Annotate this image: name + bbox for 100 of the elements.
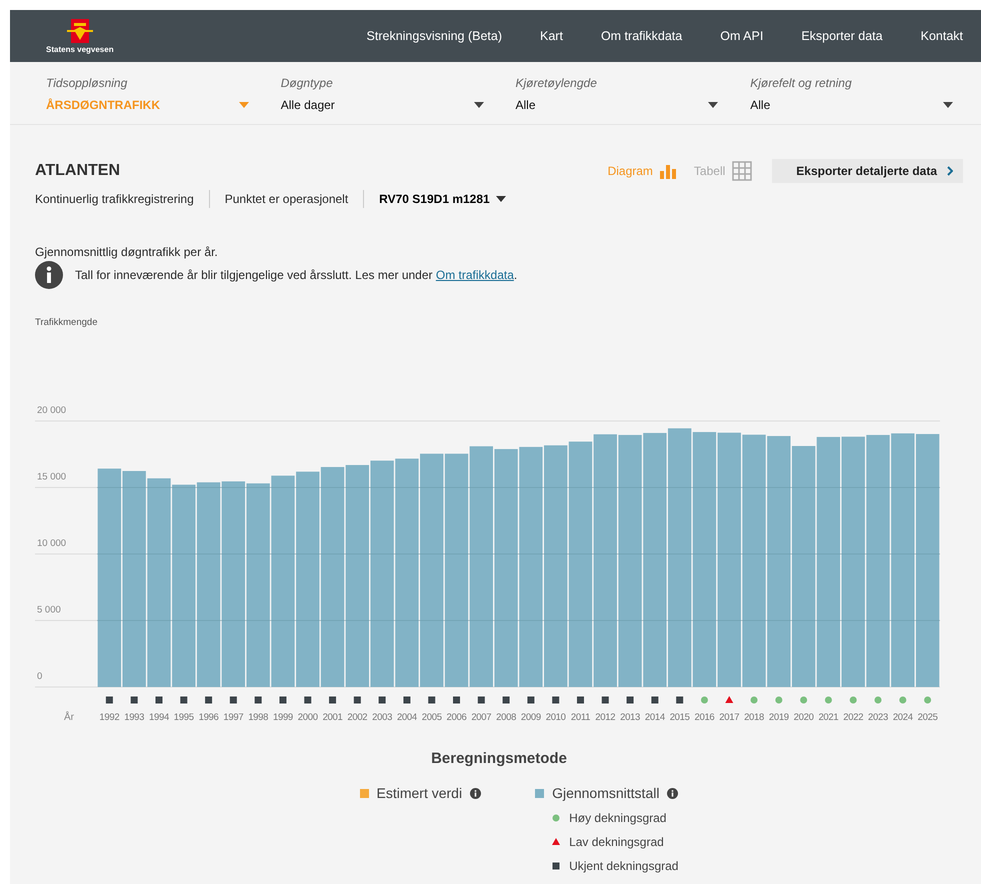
- axis-tick-label: 1996: [198, 712, 219, 723]
- axis-tick-label: 10 000: [37, 538, 66, 549]
- chart-bar[interactable]: [271, 476, 295, 687]
- about-link[interactable]: Om trafikkdata: [436, 268, 514, 282]
- filter-label: Døgntype: [280, 76, 334, 90]
- axis-tick-label: 1995: [174, 712, 194, 723]
- axis-tick-label: 2020: [794, 712, 814, 723]
- filter-select[interactable]: Alle: [516, 98, 718, 112]
- caret-icon: [238, 102, 249, 108]
- export-button[interactable]: Eksporter detaljerte data: [772, 159, 963, 183]
- chart-bar[interactable]: [98, 468, 122, 687]
- chart-bar[interactable]: [122, 471, 146, 687]
- axis-tick-label: 2022: [843, 712, 864, 723]
- axis-tick-label: 2000: [298, 712, 318, 723]
- chart-bar[interactable]: [320, 467, 344, 687]
- chart-bar[interactable]: [444, 454, 468, 687]
- nav-link[interactable]: Kontakt: [920, 29, 963, 43]
- chart-bar[interactable]: [866, 434, 890, 687]
- logo-icon[interactable]: [66, 18, 93, 42]
- chart-bar[interactable]: [196, 482, 220, 687]
- chart-bar[interactable]: [816, 436, 840, 687]
- axis-tick-label: 2006: [446, 712, 466, 723]
- axis-tick-label: 2013: [620, 712, 640, 723]
- legend-label: Ukjent dekningsgrad: [569, 859, 678, 873]
- axis-tick-label: 2003: [372, 712, 392, 723]
- axis-tick-label: 5 000: [37, 604, 61, 616]
- axis-tick-label: 1999: [272, 712, 293, 723]
- chart-bar[interactable]: [668, 428, 692, 687]
- axis-tick-label: 2017: [719, 712, 740, 723]
- caret-icon: [496, 196, 506, 202]
- chart-bar[interactable]: [494, 449, 518, 687]
- filter-select[interactable]: Alle: [750, 98, 953, 112]
- legend-label: Estimert verdi: [376, 785, 462, 801]
- chart-bar[interactable]: [370, 460, 394, 687]
- axis-tick-label: 2009: [520, 712, 541, 723]
- chart-bar[interactable]: [296, 472, 320, 687]
- chart-bar[interactable]: [568, 442, 592, 687]
- nav-link[interactable]: Om API: [720, 29, 764, 43]
- chart-bar[interactable]: [842, 436, 865, 687]
- chart-bar[interactable]: [147, 478, 171, 687]
- filter-label: Kjørefelt og retning: [750, 76, 853, 90]
- nav-link[interactable]: Strekningsvisning (Beta): [366, 29, 502, 43]
- filter-select[interactable]: Alle dager: [280, 98, 484, 112]
- axis-tick-label: 2007: [471, 712, 492, 723]
- nav-link[interactable]: Eksporter data: [801, 29, 883, 43]
- nav-link[interactable]: Kart: [540, 29, 563, 43]
- legend-label: Lav dekningsgrad: [569, 835, 664, 849]
- axis-tick-label: 1992: [99, 712, 120, 723]
- info-icon[interactable]: [470, 788, 482, 798]
- chart-bar[interactable]: [594, 434, 617, 687]
- axis-tick-label: 2010: [546, 712, 566, 723]
- axis-tick-label: 2019: [768, 712, 789, 723]
- caret-icon: [708, 102, 718, 108]
- caret-icon: [943, 102, 953, 108]
- grid-icon: [732, 161, 752, 181]
- chart-bar[interactable]: [618, 434, 642, 687]
- chart-bar[interactable]: [395, 458, 419, 687]
- axis-title: År: [64, 712, 74, 723]
- info-icon[interactable]: [667, 788, 678, 798]
- axis-tick-label: 2002: [347, 712, 368, 723]
- axis-tick-label: 2008: [496, 712, 516, 723]
- chart-description: Gjennomsnittlig døgntrafikk per år.: [35, 245, 219, 259]
- caret-icon: [474, 102, 484, 108]
- chart-bar[interactable]: [222, 481, 246, 687]
- chart-bar[interactable]: [519, 446, 543, 687]
- station-title: ATLANTEN: [35, 162, 120, 180]
- axis-tick-label: 2021: [818, 712, 838, 723]
- chart-bar[interactable]: [916, 434, 940, 687]
- axis-tick-label: 2004: [396, 712, 417, 723]
- chart-bar[interactable]: [767, 436, 791, 687]
- notice-text: Tall for inneværende år blir tilgjengelige ved årsslutt. Les mer under Om trafikkdata.: [75, 268, 518, 282]
- chart-bar[interactable]: [742, 434, 766, 687]
- legend-title: Beregningsmetode: [431, 750, 567, 767]
- axis-title: Trafikkmengde: [35, 317, 98, 328]
- chart-bar[interactable]: [346, 465, 370, 687]
- point-select[interactable]: RV70 S19D1 m1281: [379, 192, 506, 206]
- info-icon[interactable]: [35, 261, 63, 289]
- chart-bar[interactable]: [891, 433, 914, 687]
- chart-bar[interactable]: [643, 432, 667, 687]
- chevron-icon: [947, 166, 953, 176]
- legend-label: Gjennomsnittstall: [552, 785, 660, 801]
- chart-bar[interactable]: [792, 446, 816, 687]
- axis-tick-label: 2011: [570, 712, 590, 723]
- axis-tick-label: 1997: [223, 712, 244, 723]
- chart-bar[interactable]: [246, 483, 270, 687]
- brand-name: Statens vegvesen: [46, 44, 114, 54]
- axis-tick-label: 2005: [422, 712, 442, 723]
- axis-tick-label: 1994: [149, 712, 169, 723]
- chart-bar[interactable]: [420, 454, 444, 687]
- axis-tick-label: 2012: [595, 712, 616, 723]
- chart-bar[interactable]: [692, 432, 716, 687]
- legend-label: Høy dekningsgrad: [569, 811, 666, 825]
- axis-tick-label: 20 000: [37, 405, 66, 416]
- chart-bar[interactable]: [470, 446, 493, 687]
- axis-tick-label: 1998: [248, 712, 268, 723]
- chart-bar[interactable]: [172, 484, 196, 687]
- nav-link[interactable]: Om trafikkdata: [600, 29, 682, 43]
- chart-bar[interactable]: [544, 445, 568, 687]
- chart-bar[interactable]: [718, 432, 741, 687]
- bar-chart-icon: [660, 163, 676, 179]
